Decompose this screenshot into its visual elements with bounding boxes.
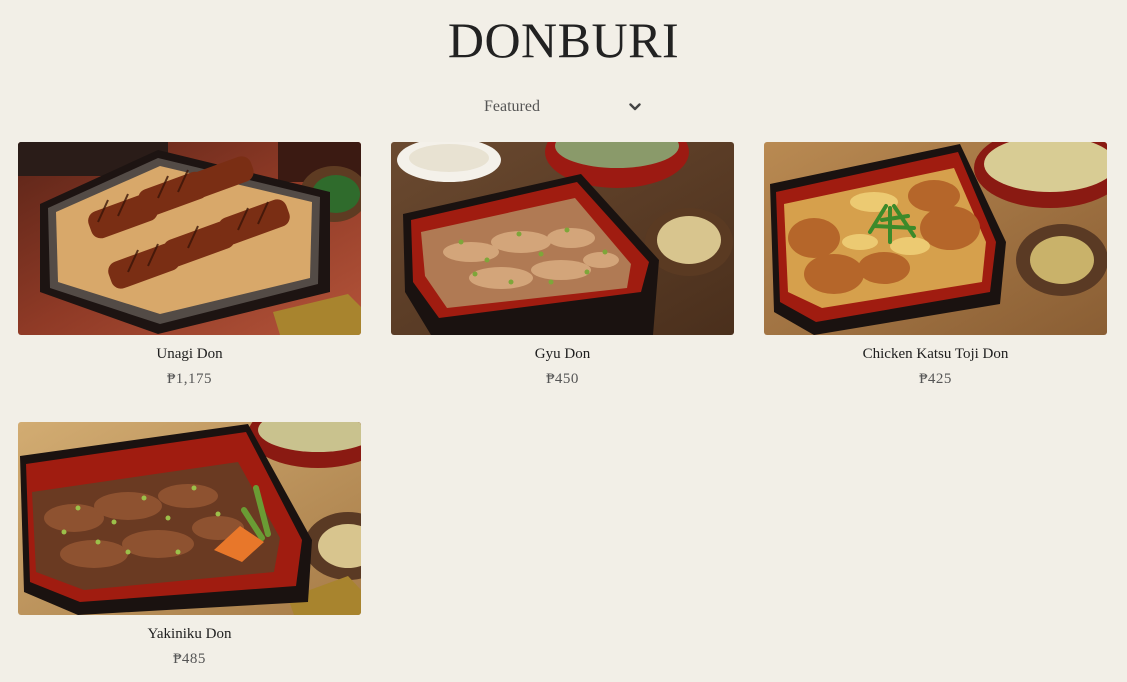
product-name[interactable]: Gyu Don	[391, 346, 734, 363]
product-name[interactable]: Chicken Katsu Toji Don	[764, 346, 1107, 363]
product-card[interactable]: Gyu Don ₱450	[391, 142, 734, 388]
product-price: ₱450	[546, 371, 579, 387]
product-price: ₱1,175	[166, 371, 213, 387]
product-card[interactable]: Unagi Don ₱1,175	[18, 142, 361, 388]
product-card[interactable]: Yakiniku Don ₱485	[18, 422, 361, 668]
chevron-down-icon	[629, 103, 641, 111]
product-price: ₱425	[919, 371, 952, 387]
product-price: ₱485	[173, 651, 206, 667]
sort-selected-label: Featured	[484, 98, 540, 115]
product-image-unagi-don[interactable]	[18, 142, 361, 335]
page-title: DONBURI	[447, 12, 680, 68]
sort-select[interactable]: Featured	[484, 96, 644, 118]
product-name[interactable]: Unagi Don	[18, 346, 361, 363]
product-image-yakiniku-don[interactable]	[18, 422, 361, 615]
product-card[interactable]: Chicken Katsu Toji Don ₱425	[764, 142, 1107, 388]
product-image-chicken-katsu-toji-don[interactable]	[764, 142, 1107, 335]
product-name[interactable]: Yakiniku Don	[18, 626, 361, 643]
product-image-gyu-don[interactable]	[391, 142, 734, 335]
